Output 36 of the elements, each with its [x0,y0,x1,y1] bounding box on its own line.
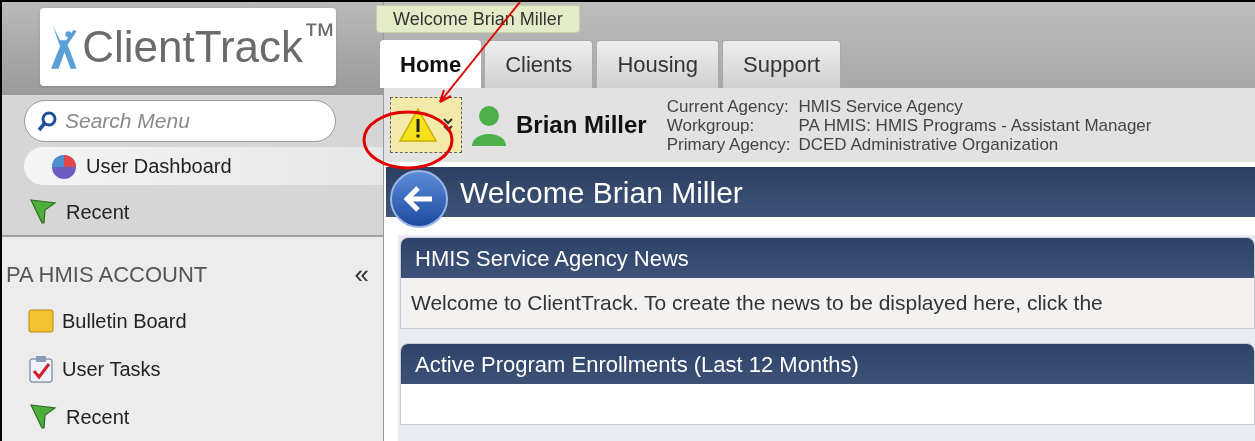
warning-icon [398,107,438,143]
detail-label: Workgroup: [666,115,756,135]
back-button[interactable] [390,170,448,228]
collapse-button[interactable]: « [354,254,369,294]
tab[interactable]: Support [722,40,842,88]
alert-button[interactable] [390,97,462,153]
section-title: PA HMIS ACCOUNT [6,260,208,289]
double-chevron-icon [442,117,454,133]
tab[interactable]: Housing [596,40,720,88]
user-icon [470,104,508,146]
panel-header: Active Program Enrollments (Last 12 Months) [401,344,1254,384]
detail-value: PA HMIS: HMIS Programs - Assistant Manager [798,115,1152,135]
pie-chart-icon [50,152,78,180]
detail-label: Current Agency: [666,96,790,116]
clipboard-check-icon [28,355,54,383]
detail-value: DCED Administrative Organization [798,134,1060,154]
menu-item[interactable]: Recent [2,193,383,231]
logo: ClientTrack$^{™}$ [40,8,336,86]
menu-item[interactable]: User Dashboard [24,147,383,185]
tab[interactable]: Home [380,40,482,88]
detail-label: Primary Agency: [666,134,791,154]
panel-text: Welcome to ClientTrack. To create the news to be displayed here, click the [410,290,1104,317]
menu-item[interactable]: User Tasks [28,351,383,387]
page-title: Welcome Brian Miller [460,174,743,211]
search-field[interactable]: Search Menu [24,100,336,142]
menu-item[interactable]: Recent [28,399,383,435]
detail-value: HMIS Service Agency [798,96,964,116]
tab[interactable]: Clients [484,40,594,88]
flag-icon [28,197,58,227]
user-name: Brian Miller [516,110,647,140]
back-arrow-icon [404,186,434,212]
search-icon [36,110,58,132]
flag-icon [28,402,58,432]
menu-item[interactable]: Bulletin Board [28,303,383,339]
panel-header: HMIS Service Agency News [401,238,1254,278]
board-icon [28,308,54,334]
